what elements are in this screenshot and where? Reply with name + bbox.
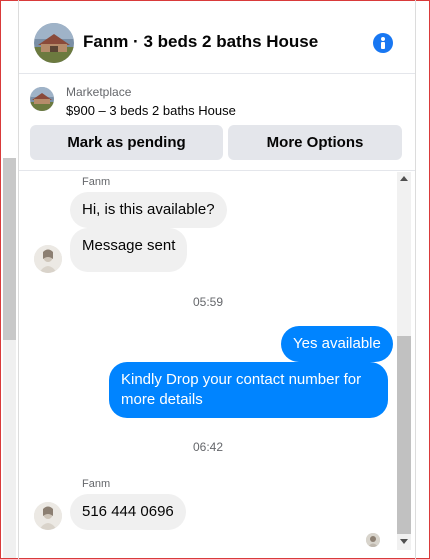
message-bubble[interactable]: 516 444 0696 — [70, 494, 186, 530]
timestamp: 06:42 — [192, 440, 224, 454]
scrollbar-thumb[interactable] — [397, 336, 411, 534]
seen-indicator-avatar — [366, 533, 380, 547]
sender-name: Fanm — [82, 176, 111, 188]
divider — [415, 0, 416, 559]
message-bubble[interactable]: Yes available — [281, 326, 393, 362]
listing-title[interactable]: $900 – 3 beds 2 baths House — [66, 103, 236, 118]
marketplace-label: Marketplace — [66, 85, 132, 99]
sender-name: Fanm — [82, 478, 111, 490]
outer-scrollbar-thumb[interactable] — [3, 158, 16, 340]
mark-as-pending-button[interactable]: Mark as pending — [30, 125, 223, 160]
chat-title: Fanm · 3 beds 2 baths House — [83, 32, 319, 51]
marketplace-panel: Marketplace $900 – 3 beds 2 baths House … — [19, 75, 415, 171]
timestamp: 05:59 — [192, 295, 224, 309]
avatar[interactable] — [34, 245, 62, 273]
avatar[interactable] — [34, 502, 62, 530]
message-bubble[interactable]: Message sent — [70, 228, 188, 272]
message-bubble[interactable]: Hi, is this available? — [70, 192, 227, 228]
info-icon[interactable] — [373, 33, 393, 53]
scroll-up-arrow[interactable] — [400, 176, 408, 181]
listing-thumbnail[interactable] — [34, 23, 74, 63]
listing-thumbnail-small[interactable] — [30, 87, 54, 111]
chat-header: Fanm · 3 beds 2 baths House — [19, 10, 415, 74]
message-bubble[interactable]: Kindly Drop your contact number for more… — [109, 362, 388, 418]
more-options-button[interactable]: More Options — [228, 125, 402, 160]
scroll-down-arrow[interactable] — [400, 539, 408, 544]
